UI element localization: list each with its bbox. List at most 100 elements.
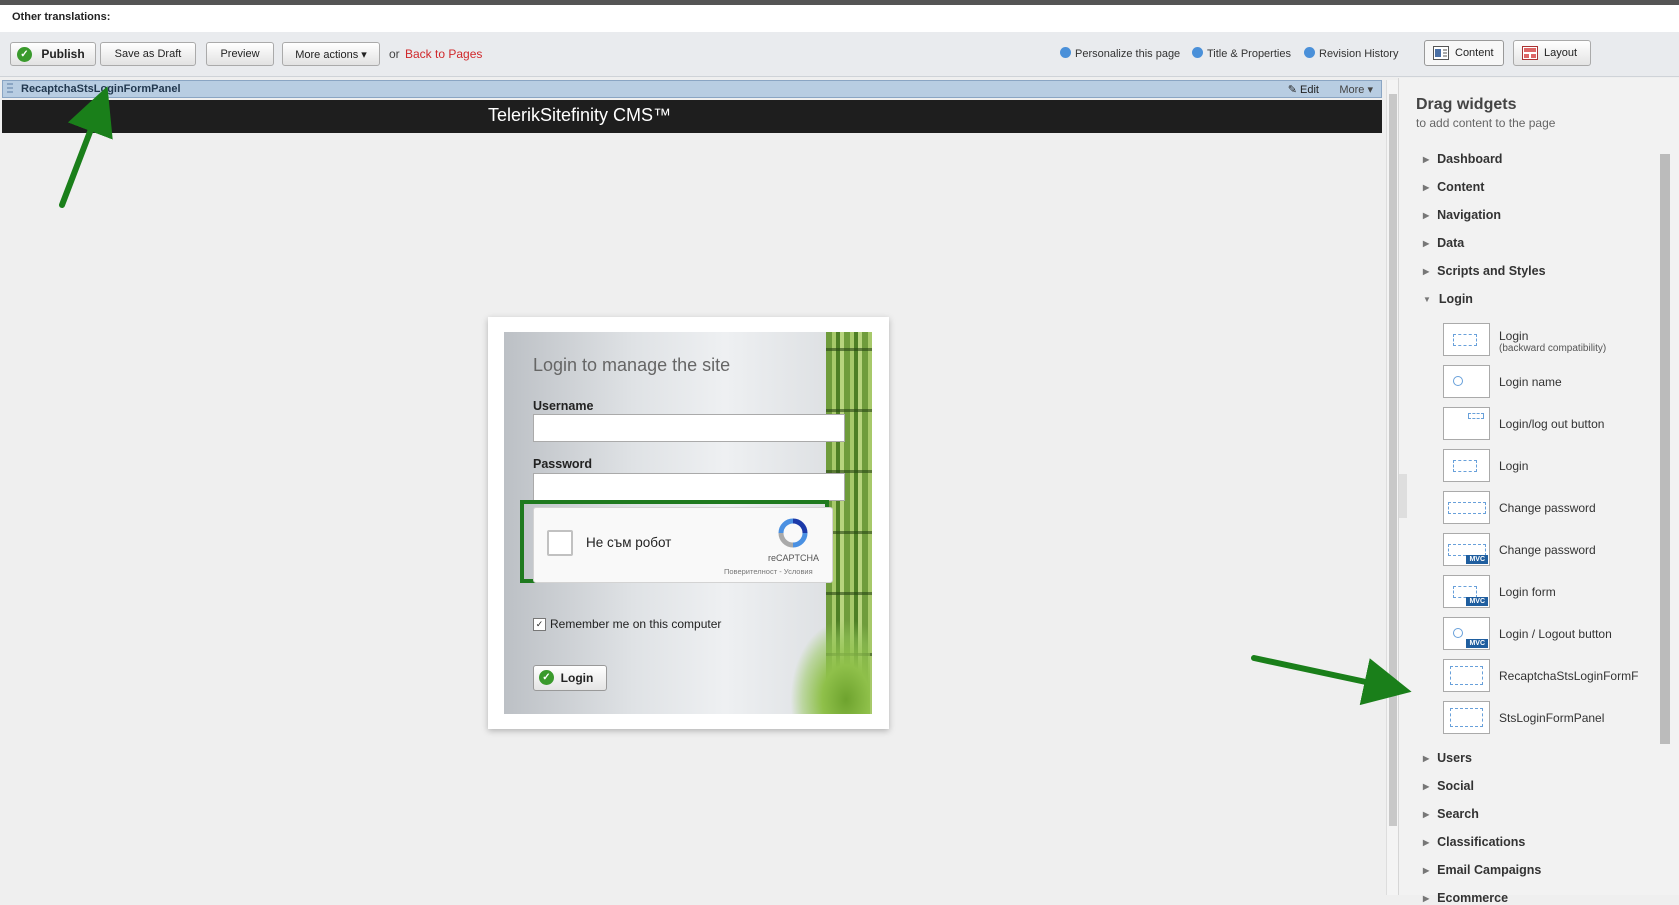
widget-login-name[interactable]: Login name: [1443, 365, 1623, 401]
title-properties-label: Title & Properties: [1207, 48, 1291, 60]
category-email-campaigns[interactable]: Email Campaigns: [1423, 863, 1541, 877]
info-icon: [1192, 47, 1203, 58]
back-to-pages-link[interactable]: Back to Pages: [405, 47, 482, 61]
category-users[interactable]: Users: [1423, 751, 1472, 765]
sidebar-scrollbar-thumb[interactable]: [1660, 154, 1670, 744]
widget-label: Login name: [1499, 375, 1562, 389]
mvc-badge: MVC: [1466, 639, 1488, 648]
category-ecommerce[interactable]: Ecommerce: [1423, 891, 1508, 905]
widget-login-icon: [1443, 323, 1490, 356]
page-canvas: RecaptchaStsLoginFormPanel ✎ Edit More ▾…: [0, 78, 1385, 895]
recaptcha-widget: Не съм робот reCAPTCHA Поверителност - У…: [533, 507, 833, 583]
panel-icon: [1443, 701, 1490, 734]
title-properties-link[interactable]: Title & Properties: [1192, 47, 1291, 60]
site-header: TelerikSitefinity CMS™: [2, 100, 1382, 133]
widget-change-password[interactable]: Change password: [1443, 491, 1623, 527]
publish-button[interactable]: ✓ Publish: [10, 42, 96, 66]
info-icon: [1304, 47, 1315, 58]
tab-content[interactable]: Content: [1424, 40, 1504, 66]
remember-me-checkbox[interactable]: ✓: [533, 617, 546, 631]
login-card: Login to manage the site Username Passwo…: [488, 317, 889, 729]
login-button-label: Login: [560, 671, 594, 685]
widget-label: Change password: [1499, 543, 1596, 557]
personalize-label: Personalize this page: [1075, 48, 1181, 60]
widget-login-logout-mvc[interactable]: MVC Login / Logout button: [1443, 617, 1623, 653]
content-layout-icon: [1433, 46, 1449, 60]
mvc-badge: MVC: [1466, 597, 1488, 606]
revision-history-label: Revision History: [1319, 48, 1399, 60]
widget-recaptcha-sts-login-form[interactable]: RecaptchaStsLoginFormF: [1443, 659, 1638, 695]
layout-icon: [1522, 46, 1538, 60]
translations-bar: Other translations:: [0, 5, 1679, 33]
widget-login-icon: [1443, 449, 1490, 482]
widget-sublabel: (backward compatibility): [1499, 343, 1607, 354]
category-dashboard[interactable]: Dashboard: [1423, 152, 1502, 166]
mvc-badge: MVC: [1466, 555, 1488, 564]
drag-handle[interactable]: [7, 83, 13, 95]
info-icon: [1060, 47, 1071, 58]
bamboo-leaves-image: [790, 619, 870, 714]
widget-label: Login / Logout button: [1499, 627, 1612, 641]
save-draft-button[interactable]: Save as Draft: [100, 42, 196, 66]
category-navigation[interactable]: Navigation: [1423, 208, 1501, 222]
tab-layout[interactable]: Layout: [1513, 40, 1591, 66]
login-button[interactable]: ✓ Login: [533, 665, 607, 691]
username-label: Username: [533, 399, 594, 413]
widget-change-password-mvc[interactable]: MVC Change password: [1443, 533, 1623, 569]
translations-label: Other translations:: [12, 11, 111, 23]
password-input[interactable]: [533, 473, 845, 501]
publish-label: Publish: [41, 47, 85, 61]
recaptcha-icon: [778, 518, 808, 548]
sitefinity-logo: TelerikSitefinity CMS™: [488, 105, 672, 125]
widget-login-backward[interactable]: Login (backward compatibility): [1443, 323, 1623, 359]
more-actions-button[interactable]: More actions ▾: [282, 42, 380, 66]
category-content[interactable]: Content: [1423, 180, 1484, 194]
sidebar-collapse-handle[interactable]: [1399, 474, 1407, 518]
sidebar-scrollbar[interactable]: [1657, 142, 1671, 895]
user-icon: MVC: [1443, 617, 1490, 650]
check-icon: ✓: [17, 47, 32, 62]
widget-label: Change password: [1499, 501, 1596, 515]
page-editor-toolbar: ✓ Publish Save as Draft Preview More act…: [0, 32, 1679, 77]
widget-login[interactable]: Login: [1443, 449, 1623, 485]
widget-login-form-mvc[interactable]: MVC Login form: [1443, 575, 1623, 611]
edit-label: Edit: [1300, 84, 1319, 96]
or-text: or: [389, 47, 400, 61]
canvas-scrollbar-thumb[interactable]: [1389, 94, 1397, 826]
username-input[interactable]: [533, 414, 845, 442]
form-icon: MVC: [1443, 575, 1490, 608]
tab-layout-label: Layout: [1544, 47, 1578, 59]
widget-panel-bar[interactable]: RecaptchaStsLoginFormPanel ✎ Edit More ▾: [2, 80, 1382, 98]
revision-history-link[interactable]: Revision History: [1304, 47, 1398, 60]
widget-label: Login/log out button: [1499, 417, 1605, 431]
category-login[interactable]: Login: [1423, 292, 1473, 306]
recaptcha-text: Не съм робот: [586, 535, 672, 550]
recaptcha-terms[interactable]: Поверителност - Условия: [724, 567, 813, 576]
recaptcha-checkbox[interactable]: [547, 530, 573, 556]
sidebar-subtitle: to add content to the page: [1416, 116, 1556, 130]
sidebar-title: Drag widgets: [1416, 96, 1517, 113]
password-label: Password: [533, 457, 593, 471]
edit-link[interactable]: ✎ Edit: [1288, 83, 1319, 96]
category-search[interactable]: Search: [1423, 807, 1479, 821]
category-scripts-styles[interactable]: Scripts and Styles: [1423, 264, 1545, 278]
category-social[interactable]: Social: [1423, 779, 1474, 793]
login-panel: Login to manage the site Username Passwo…: [504, 332, 872, 714]
widget-label: Login: [1499, 329, 1529, 343]
category-data[interactable]: Data: [1423, 236, 1464, 250]
password-icon: [1443, 491, 1490, 524]
remember-me-row[interactable]: ✓ Remember me on this computer: [533, 617, 721, 631]
panel-icon: [1443, 659, 1490, 692]
more-menu-link[interactable]: More ▾: [1339, 83, 1373, 96]
remember-me-label: Remember me on this computer: [550, 617, 722, 631]
password-icon: MVC: [1443, 533, 1490, 566]
user-icon: [1443, 365, 1490, 398]
category-classifications[interactable]: Classifications: [1423, 835, 1525, 849]
widgets-sidebar: Drag widgets to add content to the page …: [1398, 78, 1679, 905]
widget-login-logout-button[interactable]: Login/log out button: [1443, 407, 1623, 443]
widget-sts-login-form-panel[interactable]: StsLoginFormPanel: [1443, 701, 1623, 737]
personalize-link[interactable]: Personalize this page: [1060, 47, 1180, 60]
widget-label: Login form: [1499, 585, 1556, 599]
preview-button[interactable]: Preview: [206, 42, 274, 66]
login-title: Login to manage the site: [533, 355, 731, 375]
